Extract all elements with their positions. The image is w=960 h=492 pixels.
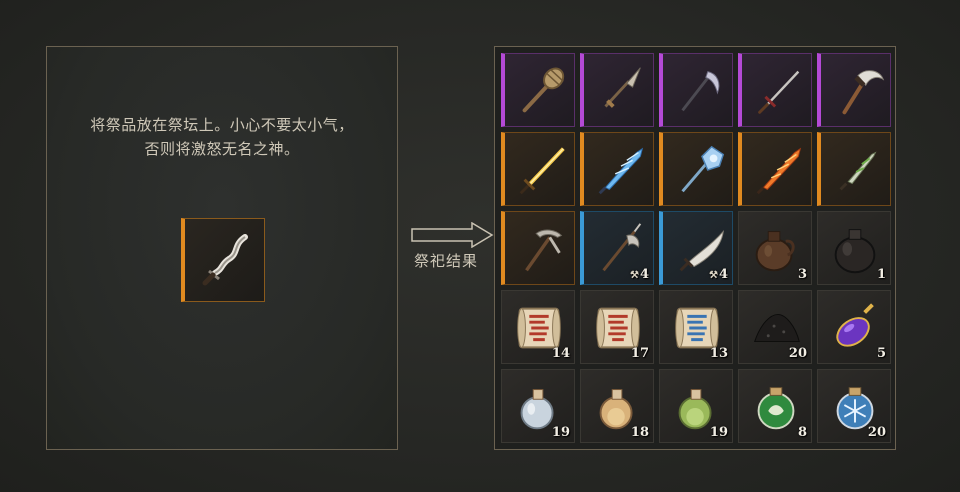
pickaxe-icon xyxy=(525,229,563,272)
result-slot[interactable]: 14 xyxy=(501,290,575,364)
instruction-line-1: 将祭品放在祭坛上。小心不要太小气， xyxy=(90,116,354,134)
quantity-value: 4 xyxy=(639,267,649,282)
quantity-value: 3 xyxy=(797,267,807,282)
quantity-value: 8 xyxy=(797,425,807,440)
quantity-value: 18 xyxy=(630,425,649,440)
result-slot[interactable] xyxy=(738,53,812,127)
item-quantity: 20 xyxy=(868,425,886,440)
result-slot[interactable]: 8 xyxy=(738,369,812,443)
result-slot[interactable]: 1 xyxy=(817,211,891,285)
result-slot[interactable] xyxy=(501,211,575,285)
curved-dagger-icon xyxy=(202,234,248,286)
altar-panel: 将祭品放在祭坛上。小心不要太小气， 否则将激怒无名之神。 xyxy=(46,46,398,450)
arrow-right-icon xyxy=(411,222,494,248)
result-slot[interactable]: 18 xyxy=(580,369,654,443)
result-slot[interactable]: ⚒4 xyxy=(659,211,733,285)
result-slot[interactable]: 20 xyxy=(817,369,891,443)
quantity-value: 17 xyxy=(630,346,649,361)
result-slot[interactable] xyxy=(501,132,575,206)
altar-instructions: 将祭品放在祭坛上。小心不要太小气， 否则将激怒无名之神。 xyxy=(47,113,397,161)
result-slot[interactable]: 20 xyxy=(738,290,812,364)
result-label: 祭祀结果 xyxy=(414,252,479,270)
item-quantity: 13 xyxy=(710,346,728,361)
instruction-line-2: 否则将激怒无名之神。 xyxy=(144,140,300,158)
item-quantity: ⚒4 xyxy=(709,267,728,282)
quantity-value: 13 xyxy=(709,346,728,361)
item-quantity: 19 xyxy=(710,425,728,440)
quantity-value: 19 xyxy=(709,425,728,440)
quantity-value: 19 xyxy=(551,425,570,440)
item-quantity: 20 xyxy=(789,346,807,361)
result-slot[interactable]: 17 xyxy=(580,290,654,364)
scythe-icon xyxy=(681,71,720,112)
item-quantity: 14 xyxy=(552,346,570,361)
result-slot[interactable] xyxy=(817,132,891,206)
result-slot[interactable] xyxy=(659,132,733,206)
result-slot[interactable] xyxy=(738,132,812,206)
spear-icon xyxy=(604,67,641,108)
item-quantity: ⚒4 xyxy=(630,267,649,282)
item-quantity: 19 xyxy=(552,425,570,440)
result-grid: ⚒4 ⚒4 3 1 14 17 13 20 5 19 18 19 8 20 xyxy=(494,46,896,450)
quantity-value: 1 xyxy=(876,267,886,282)
result-slot[interactable] xyxy=(817,53,891,127)
nature-dagger-icon xyxy=(839,151,877,191)
offering-slot[interactable] xyxy=(181,218,265,302)
result-slot[interactable]: 5 xyxy=(817,290,891,364)
mace-icon xyxy=(522,67,565,113)
quantity-value: 5 xyxy=(876,346,886,361)
result-slot[interactable] xyxy=(580,132,654,206)
result-slot[interactable] xyxy=(501,53,575,127)
item-quantity: 3 xyxy=(798,267,807,282)
sword-icon xyxy=(758,70,800,114)
quantity-value: 4 xyxy=(718,267,728,282)
quantity-value: 20 xyxy=(867,425,886,440)
item-quantity: 17 xyxy=(631,346,649,361)
result-slot[interactable] xyxy=(580,53,654,127)
result-slot[interactable]: 3 xyxy=(738,211,812,285)
fire-sword-icon xyxy=(756,147,802,195)
quantity-value: 14 xyxy=(551,346,570,361)
result-slot[interactable]: 13 xyxy=(659,290,733,364)
ice-sword-icon xyxy=(598,147,644,195)
axe-icon xyxy=(842,70,885,115)
golden-sword-icon xyxy=(519,147,565,195)
result-slot[interactable]: 19 xyxy=(501,369,575,443)
item-quantity: 18 xyxy=(631,425,649,440)
craft-mark-icon: ⚒ xyxy=(708,270,718,281)
result-slot[interactable]: 19 xyxy=(659,369,733,443)
craft-mark-icon: ⚒ xyxy=(629,270,639,281)
item-quantity: 5 xyxy=(877,346,886,361)
ice-mace-icon xyxy=(681,145,725,193)
quantity-value: 20 xyxy=(788,346,807,361)
item-quantity: 8 xyxy=(798,425,807,440)
item-quantity: 1 xyxy=(877,267,886,282)
result-slot[interactable]: ⚒4 xyxy=(580,211,654,285)
result-slot[interactable] xyxy=(659,53,733,127)
